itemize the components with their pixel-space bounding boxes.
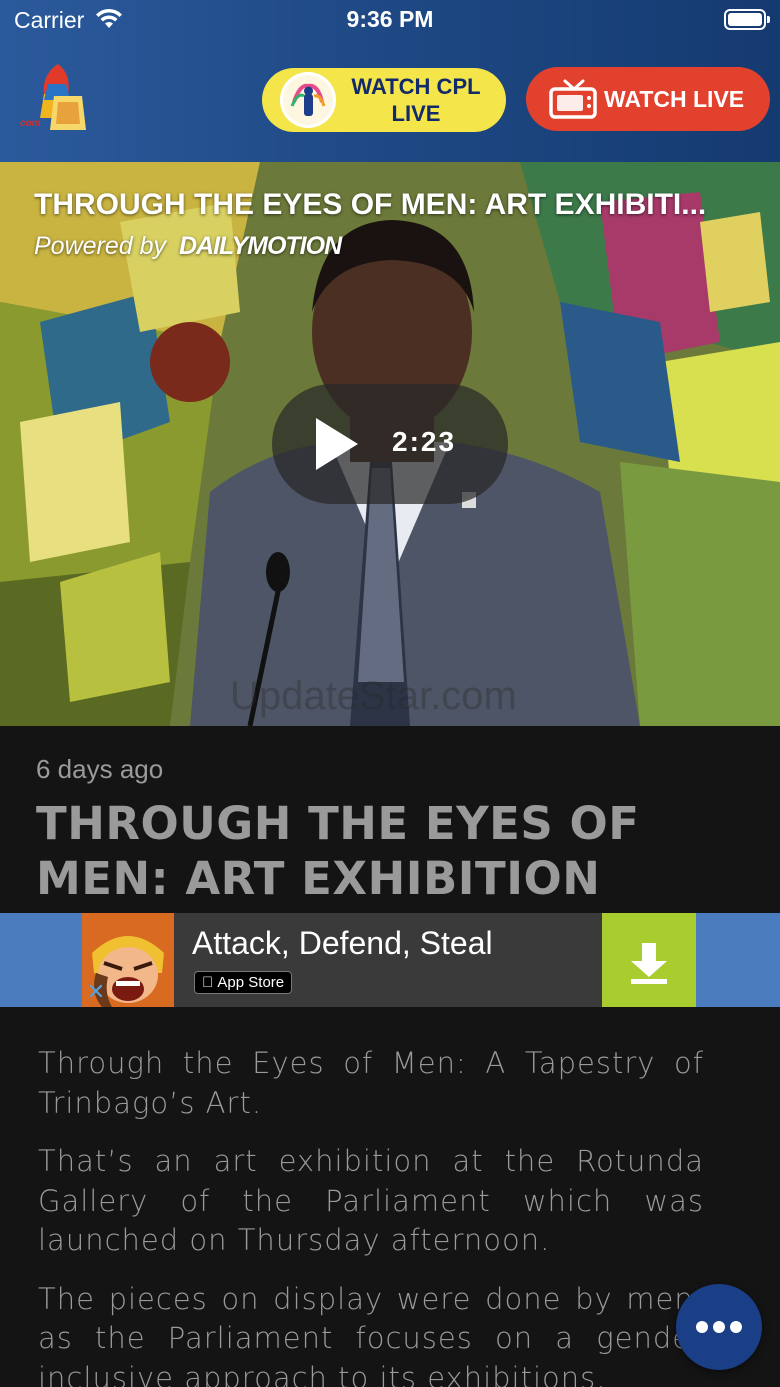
powered-by: Powered by DAILYMOTION: [34, 232, 342, 261]
ad-download-button[interactable]: [602, 913, 696, 1007]
watermark: UpdateStar.com: [230, 674, 517, 718]
more-dots-icon: [730, 1321, 742, 1333]
article-paragraph: That’s an art exhibition at the Rotunda …: [38, 1144, 704, 1257]
app-header: Carrier 9:36 PM com WATCH CPL LIVE WATCH…: [0, 0, 780, 162]
more-options-button[interactable]: [676, 1284, 762, 1370]
more-dots-icon: [696, 1321, 708, 1333]
ad-title: Attack, Defend, Steal: [192, 925, 493, 961]
article-paragraph: Through the Eyes of Men: A Tapestry of T…: [38, 1046, 704, 1120]
app-store-badge:  App Store: [194, 971, 293, 994]
tv6-logo[interactable]: com: [18, 60, 94, 136]
powered-by-label: Powered by: [34, 232, 167, 260]
watch-live-button[interactable]: WATCH LIVE: [526, 67, 770, 131]
app-store-label: App Store: [202, 974, 284, 991]
battery-icon: [724, 9, 770, 30]
tv-icon: [549, 79, 597, 119]
status-bar: Carrier 9:36 PM: [0, 0, 780, 42]
download-icon: [631, 943, 667, 984]
ad-content[interactable]: Attack, Defend, Steal  App Store: [82, 913, 696, 1007]
play-icon: [316, 418, 358, 470]
watch-live-label: WATCH LIVE: [604, 85, 745, 112]
play-button[interactable]: 2:23: [272, 384, 508, 504]
ad-close-icon[interactable]: ✕: [84, 980, 108, 1006]
article-body: Through the Eyes of Men: A Tapestry of T…: [38, 1044, 704, 1387]
video-player[interactable]: THROUGH THE EYES OF MEN: ART EXHIBITI...…: [0, 162, 780, 726]
video-duration: 2:23: [392, 426, 457, 457]
dailymotion-logo: DAILYMOTION: [178, 232, 342, 260]
article-paragraph: The pieces on display were done by men, …: [38, 1281, 704, 1387]
article-timestamp: 6 days ago: [36, 754, 164, 784]
svg-text:com: com: [20, 118, 41, 129]
clock: 9:36 PM: [346, 6, 434, 32]
apple-icon: : [202, 974, 213, 991]
watch-cpl-live-label: WATCH CPL LIVE: [351, 74, 481, 126]
article-title: THROUGH THE EYES OF MEN: ART EXHIBITION: [36, 797, 640, 905]
cpl-logo-icon: [280, 72, 336, 128]
more-dots-icon: [713, 1321, 725, 1333]
watch-cpl-live-button[interactable]: WATCH CPL LIVE: [262, 68, 506, 132]
video-title: THROUGH THE EYES OF MEN: ART EXHIBITI...: [34, 188, 707, 221]
ad-banner[interactable]: Attack, Defend, Steal  App Store: [0, 913, 780, 1007]
